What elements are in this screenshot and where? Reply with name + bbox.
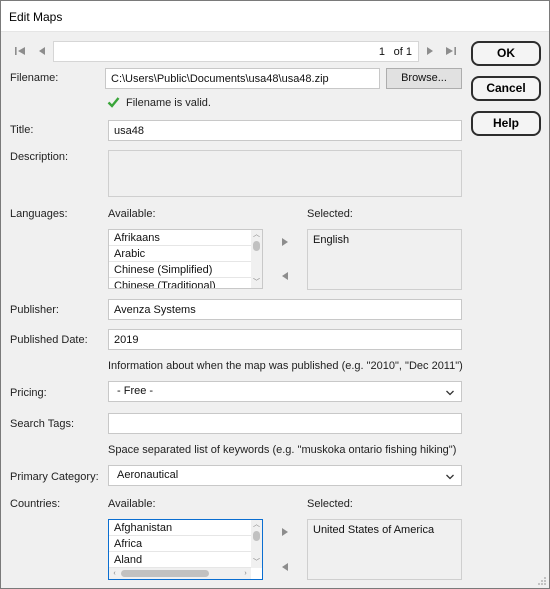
browse-button[interactable]: Browse... (386, 68, 462, 89)
published-date-field[interactable]: 2019 (108, 329, 462, 350)
countries-available-label: Available: (108, 498, 156, 510)
scroll-thumb[interactable] (121, 570, 209, 577)
cancel-button[interactable]: Cancel (471, 76, 541, 101)
published-date-label: Published Date: (10, 334, 88, 346)
add-language-arrow-icon[interactable] (280, 236, 290, 251)
countries-available-list[interactable]: Afghanistan Africa Aland ︿ ﹀ ‹ › (108, 519, 263, 580)
help-button[interactable]: Help (471, 111, 541, 136)
chevron-down-icon (445, 386, 455, 396)
list-item[interactable]: United States of America (308, 522, 461, 538)
publisher-field[interactable]: Avenza Systems (108, 299, 462, 320)
list-item[interactable]: Aland (109, 552, 262, 568)
edit-maps-dialog: Edit Maps 1 of 1 OK Cancel Help Filename… (0, 0, 550, 589)
languages-list-scrollbar[interactable]: ︿ ﹀ (251, 230, 262, 288)
current-record-number[interactable]: 1 (379, 44, 385, 60)
list-item[interactable]: Arabic (109, 246, 262, 262)
filename-field[interactable]: C:\Users\Public\Documents\usa48\usa48.zi… (105, 68, 380, 89)
check-icon (107, 96, 120, 111)
countries-selected-label: Selected: (307, 498, 353, 510)
scroll-up-icon[interactable]: ︿ (252, 231, 261, 239)
scroll-down-icon[interactable]: ﹀ (252, 559, 261, 567)
record-total-label: of 1 (393, 46, 412, 58)
last-record-icon[interactable] (445, 45, 457, 61)
list-item[interactable]: Afrikaans (109, 230, 262, 246)
list-item[interactable]: English (308, 232, 461, 248)
title-bar: Edit Maps (1, 1, 549, 32)
languages-available-list[interactable]: Afrikaans Arabic Chinese (Simplified) Ch… (108, 229, 263, 289)
languages-label: Languages: (10, 208, 68, 220)
primary-category-select[interactable]: Aeronautical (108, 465, 462, 486)
window-title: Edit Maps (9, 10, 63, 24)
scroll-down-icon[interactable]: ﹀ (252, 279, 261, 287)
list-item[interactable]: Chinese (Simplified) (109, 262, 262, 278)
filename-label: Filename: (10, 72, 59, 84)
languages-selected-list[interactable]: English (307, 229, 462, 290)
first-record-icon[interactable] (14, 45, 26, 61)
countries-list-vertical-scrollbar[interactable]: ︿ ﹀ (251, 520, 262, 568)
add-country-arrow-icon[interactable] (280, 526, 290, 541)
description-label: Description: (10, 151, 69, 163)
search-tags-hint: Space separated list of keywords (e.g. "… (108, 444, 457, 456)
published-date-hint: Information about when the map was publi… (108, 360, 463, 372)
publisher-label: Publisher: (10, 304, 59, 316)
scroll-left-icon[interactable]: ‹ (110, 569, 119, 578)
previous-record-icon[interactable] (37, 45, 47, 61)
filename-validation-text: Filename is valid. (126, 97, 211, 109)
search-tags-label: Search Tags: (10, 418, 75, 430)
pricing-select-value: - Free - (117, 385, 154, 397)
remove-language-arrow-icon[interactable] (280, 270, 290, 285)
pricing-select[interactable]: - Free - (108, 381, 462, 402)
list-item[interactable]: Chinese (Traditional) (109, 278, 262, 288)
list-item[interactable]: Africa (109, 536, 262, 552)
list-item[interactable]: Afghanistan (109, 520, 262, 536)
next-record-icon[interactable] (425, 45, 435, 61)
title-label: Title: (10, 124, 34, 136)
resize-grip-icon[interactable] (537, 576, 547, 586)
languages-selected-label: Selected: (307, 208, 353, 220)
description-field[interactable] (108, 150, 462, 197)
scroll-right-icon[interactable]: › (241, 569, 250, 578)
scroll-up-icon[interactable]: ︿ (252, 521, 261, 529)
title-field[interactable]: usa48 (108, 120, 462, 141)
primary-category-select-value: Aeronautical (117, 469, 179, 481)
primary-category-label: Primary Category: (10, 471, 99, 483)
search-tags-field[interactable] (108, 413, 462, 434)
languages-available-label: Available: (108, 208, 156, 220)
countries-label: Countries: (10, 498, 61, 510)
ok-button[interactable]: OK (471, 41, 541, 66)
scroll-thumb[interactable] (253, 241, 260, 251)
scroll-thumb[interactable] (253, 531, 260, 541)
record-pager-box: 1 of 1 (53, 41, 419, 62)
countries-selected-list[interactable]: United States of America (307, 519, 462, 580)
pricing-label: Pricing: (10, 387, 47, 399)
countries-list-horizontal-scrollbar[interactable]: ‹ › (109, 568, 251, 579)
remove-country-arrow-icon[interactable] (280, 561, 290, 576)
chevron-down-icon (445, 470, 455, 480)
